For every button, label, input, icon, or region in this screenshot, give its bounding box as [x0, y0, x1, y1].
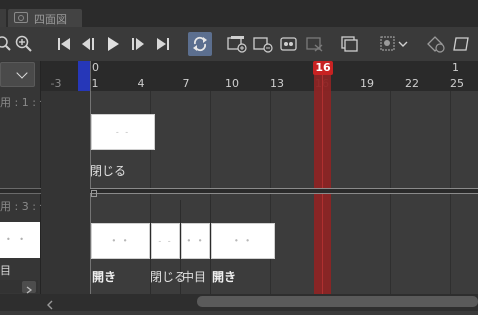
play-icon[interactable]: [105, 35, 121, 53]
ruler-number: 1: [91, 77, 99, 90]
ruler-number: 7: [182, 77, 190, 90]
track-divider[interactable]: [90, 188, 478, 194]
tab-previous[interactable]: [0, 9, 6, 27]
cel-dots: • •: [111, 236, 130, 246]
divider-handle[interactable]: [91, 190, 97, 197]
cel-dots: - -: [158, 236, 173, 246]
ruler-number: -3: [50, 77, 62, 90]
start-frame-marker[interactable]: [78, 61, 90, 91]
ruler-number: 19: [360, 77, 374, 90]
ruler-number: 13: [270, 77, 284, 90]
light-table-icon[interactable]: [380, 35, 410, 53]
left-scroll-button[interactable]: [22, 281, 36, 294]
thumbnail-dots: • •: [6, 235, 27, 244]
delete-cel-icon[interactable]: [305, 35, 325, 53]
track1-cel-label: 閉じる: [90, 164, 127, 178]
ruler-number: 10: [225, 77, 239, 90]
edit-timeline-icon[interactable]: [451, 35, 471, 53]
loop-icon[interactable]: [188, 32, 212, 56]
bottom-left-corner: [0, 294, 41, 311]
tab-label: 四面図: [34, 13, 67, 26]
ruler-number: 22: [405, 77, 419, 90]
track2-cel[interactable]: • •: [91, 223, 150, 259]
track2-cel-label: 開き: [212, 270, 237, 284]
onion-skin-icon[interactable]: [340, 35, 358, 53]
playhead-line: [322, 75, 323, 294]
camera-icon: [14, 12, 28, 23]
animation-folder-icon[interactable]: [279, 35, 299, 53]
left-track-divider: [0, 188, 41, 194]
track2-cel[interactable]: - -: [151, 223, 180, 259]
zoom-out-icon[interactable]: [0, 35, 12, 53]
timeline-toolbar: [0, 27, 478, 62]
specify-cel-icon[interactable]: [253, 35, 273, 53]
track2-thumbnail: • •: [0, 222, 40, 258]
new-animation-cel-icon[interactable]: [227, 35, 247, 53]
cel-dots: • •: [186, 236, 205, 246]
track1-cel[interactable]: - -: [91, 114, 155, 150]
first-frame-icon[interactable]: [56, 35, 72, 53]
left-bottom-text: 目: [0, 264, 11, 277]
tab-four-view[interactable]: 四面図: [8, 9, 82, 27]
playhead-frame-indicator[interactable]: 16: [313, 61, 333, 75]
enable-onion-icon[interactable]: [425, 35, 445, 53]
ruler-number: 4: [137, 77, 145, 90]
track2-cel-label: 閉じる: [150, 270, 187, 284]
next-frame-icon[interactable]: [130, 35, 146, 53]
prev-frame-icon[interactable]: [80, 35, 96, 53]
track2-cel[interactable]: • •: [181, 223, 210, 259]
track2-cel-label: 開き: [92, 270, 117, 284]
pre-start-zone: [41, 91, 90, 294]
track2-cel-label: 中目: [182, 270, 207, 284]
chevron-down-icon: [16, 67, 28, 79]
scroll-left-icon[interactable]: [44, 296, 56, 310]
track-dropdown[interactable]: [0, 62, 35, 87]
zoom-in-icon[interactable]: [15, 35, 33, 53]
ruler-top-number: 1: [452, 61, 459, 74]
ruler-top-number: 0: [92, 61, 99, 74]
last-frame-icon[interactable]: [155, 35, 171, 53]
track2-cel[interactable]: • •: [211, 223, 275, 259]
cel-dots: • •: [234, 236, 252, 246]
ruler-number: 25: [450, 77, 464, 90]
cel-dots: - -: [115, 127, 131, 137]
horizontal-scroll-thumb[interactable]: [197, 296, 478, 307]
